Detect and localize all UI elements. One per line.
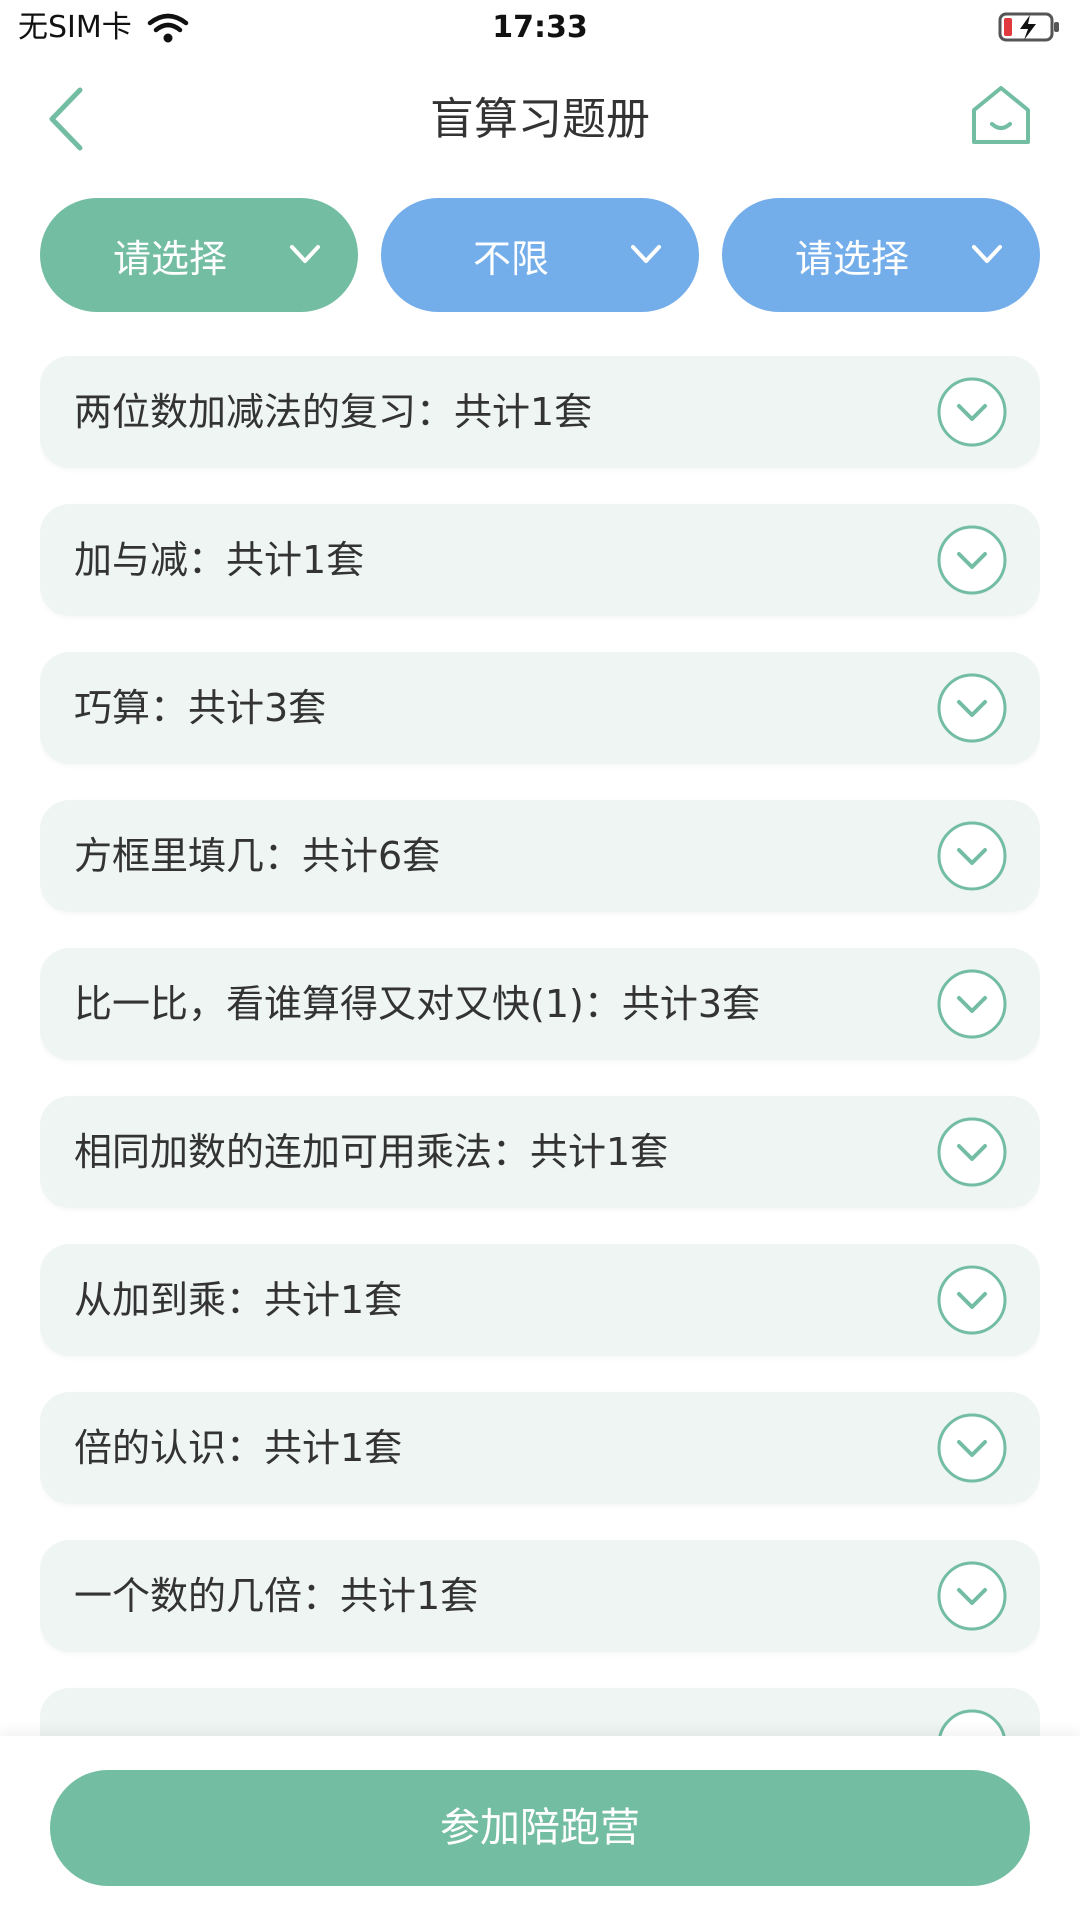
list-item[interactable]: 倍的认识：共计1套 bbox=[40, 1392, 1040, 1504]
expand-circle-icon[interactable] bbox=[936, 968, 1008, 1040]
status-time: 17:33 bbox=[492, 10, 588, 45]
list-item-label: 一个数的几倍：共计1套 bbox=[74, 1574, 479, 1618]
bottom-bar: 参加陪跑营 bbox=[0, 1736, 1080, 1920]
expand-circle-icon[interactable] bbox=[936, 524, 1008, 596]
list-item[interactable]: 两位数加减法的复习：共计1套 bbox=[40, 356, 1040, 468]
filter-dropdown-1[interactable]: 请选择 bbox=[40, 198, 358, 312]
expand-circle-icon[interactable] bbox=[936, 1560, 1008, 1632]
list-item-label: 相同加数的连加可用乘法：共计1套 bbox=[74, 1130, 669, 1174]
expand-circle-icon[interactable] bbox=[936, 672, 1008, 744]
chevron-down-icon bbox=[972, 245, 1002, 263]
filter-bar: 请选择 不限 请选择 bbox=[40, 198, 1040, 312]
expand-circle-icon[interactable] bbox=[936, 1412, 1008, 1484]
list-item[interactable]: 加与减：共计1套 bbox=[40, 504, 1040, 616]
list-item[interactable]: 方框里填几：共计6套 bbox=[40, 800, 1040, 912]
page-title: 盲算习题册 bbox=[430, 94, 650, 145]
expand-circle-icon[interactable] bbox=[936, 1116, 1008, 1188]
join-camp-button[interactable]: 参加陪跑营 bbox=[50, 1770, 1030, 1886]
expand-circle-icon[interactable] bbox=[936, 1264, 1008, 1336]
chevron-down-icon bbox=[631, 245, 661, 263]
list-item[interactable]: 相同加数的连加可用乘法：共计1套 bbox=[40, 1096, 1040, 1208]
battery-charging-icon bbox=[998, 12, 1059, 42]
list-item-label: 加与减：共计1套 bbox=[74, 538, 365, 582]
nav-bar: 盲算习题册 bbox=[0, 70, 1080, 170]
list-item-label: 倍的认识：共计1套 bbox=[74, 1426, 403, 1470]
filter-label: 不限 bbox=[472, 236, 549, 281]
list-item-label: 巧算：共计3套 bbox=[74, 686, 327, 730]
list-item[interactable] bbox=[40, 1688, 1040, 1736]
chevron-down-icon bbox=[290, 245, 320, 263]
list-item-label: 方框里填几：共计6套 bbox=[74, 834, 441, 878]
list-item-label: 比一比，看谁算得又对又快(1)：共计3套 bbox=[74, 982, 761, 1026]
list-item[interactable]: 从加到乘：共计1套 bbox=[40, 1244, 1040, 1356]
filter-label: 请选择 bbox=[794, 236, 909, 281]
list-item[interactable]: 一个数的几倍：共计1套 bbox=[40, 1540, 1040, 1652]
expand-circle-icon[interactable] bbox=[936, 820, 1008, 892]
filter-dropdown-3[interactable]: 请选择 bbox=[722, 198, 1040, 312]
list-item-label: 两位数加减法的复习：共计1套 bbox=[74, 390, 593, 434]
filter-label: 请选择 bbox=[112, 236, 227, 281]
expand-circle-icon[interactable] bbox=[936, 1708, 1008, 1736]
status-bar: 无SIM卡 17:33 bbox=[0, 0, 1080, 56]
list-item-label: 从加到乘：共计1套 bbox=[74, 1278, 403, 1322]
exercise-list: 两位数加减法的复习：共计1套 加与减：共计1套 巧算：共计3套 方框里填几：共计… bbox=[40, 356, 1040, 1736]
filter-dropdown-2[interactable]: 不限 bbox=[381, 198, 699, 312]
home-icon[interactable] bbox=[968, 82, 1034, 148]
expand-circle-icon[interactable] bbox=[936, 376, 1008, 448]
list-item[interactable]: 巧算：共计3套 bbox=[40, 652, 1040, 764]
list-item[interactable]: 比一比，看谁算得又对又快(1)：共计3套 bbox=[40, 948, 1040, 1060]
